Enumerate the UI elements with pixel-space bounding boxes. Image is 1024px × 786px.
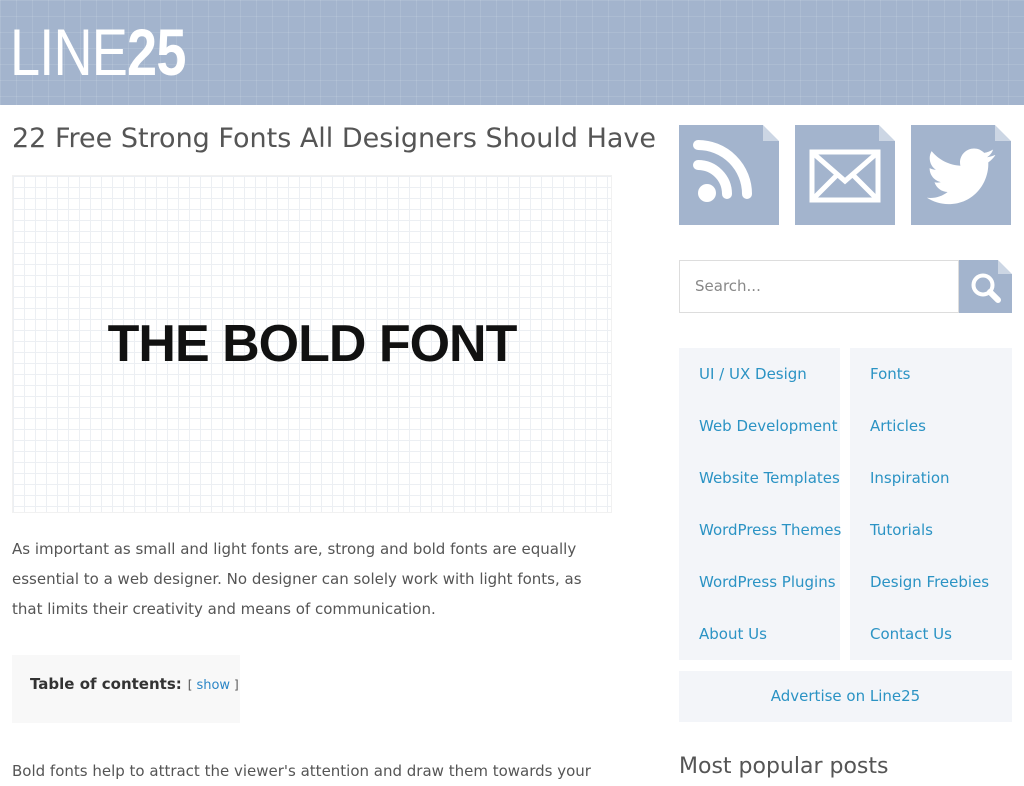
category-wordpress-themes[interactable]: WordPress Themes [699,517,841,569]
mail-icon [809,149,881,203]
toc-show-link[interactable]: show [196,678,230,693]
post-title[interactable]: 22 Free Strong Fonts All Designers Shoul… [12,120,656,158]
toc-title: Table of contents: [30,675,182,693]
search-form [679,260,959,313]
logo-text-bold: 25 [127,15,186,89]
category-inspiration[interactable]: Inspiration [870,465,1012,517]
popular-posts-heading: Most popular posts [679,754,889,779]
twitter-button[interactable] [911,125,1011,225]
category-articles[interactable]: Articles [870,413,1012,465]
category-wordpress-plugins[interactable]: WordPress Plugins [699,569,840,621]
advertise-link[interactable]: Advertise on Line25 [679,671,1012,722]
logo-text-light: LINE [10,15,128,89]
search-icon [971,273,1001,303]
toc-bracket-open: [ [187,678,193,692]
link-about-us[interactable]: About Us [699,621,840,673]
category-website-templates[interactable]: Website Templates [699,465,840,517]
site-logo[interactable]: LINE25 [10,19,186,85]
category-web-development[interactable]: Web Development [699,413,840,465]
category-list-right: Fonts Articles Inspiration Tutorials Des… [850,348,1012,660]
table-of-contents: Table of contents: [show] [12,655,240,723]
rss-button[interactable] [679,125,779,225]
post-intro: As important as small and light fonts ar… [12,540,582,618]
featured-image-text: THE BOLD FONT [107,315,518,373]
link-contact-us[interactable]: Contact Us [870,621,1012,673]
rss-icon [693,140,752,202]
post-paragraph: Bold fonts help to attract the viewer's … [12,762,591,780]
category-list-left: UI / UX Design Web Development Website T… [679,348,841,660]
featured-image: THE BOLD FONT [12,175,612,513]
toc-bracket-close: ] [234,678,239,692]
email-button[interactable] [795,125,895,225]
category-fonts[interactable]: Fonts [870,361,1012,413]
category-tutorials[interactable]: Tutorials [870,517,1012,569]
twitter-bird-icon [926,148,996,205]
category-design-freebies[interactable]: Design Freebies [870,569,1012,621]
site-header: LINE25 [0,0,1024,105]
category-ui-ux-design[interactable]: UI / UX Design [699,361,840,413]
search-input[interactable] [680,261,955,311]
search-button[interactable] [959,260,1012,313]
